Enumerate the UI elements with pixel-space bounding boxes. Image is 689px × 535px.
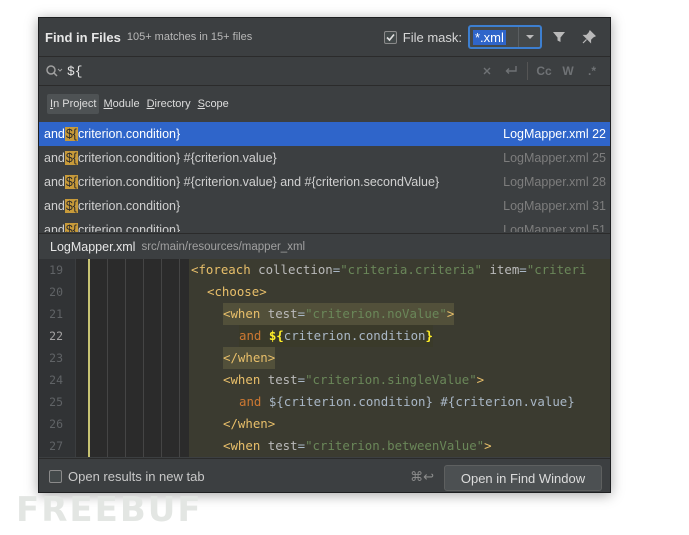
tab-scope[interactable]: Scope: [195, 94, 232, 114]
open-in-find-window-button[interactable]: Open in Find Window: [444, 465, 602, 491]
dialog-header: Find in Files 105+ matches in 15+ files …: [39, 18, 610, 56]
filter-icon: [553, 32, 565, 42]
search-row: Cc W .*: [39, 56, 610, 86]
result-location: LogMapper.xml 31: [503, 199, 606, 213]
result-location: LogMapper.xml 51: [503, 223, 606, 232]
match-highlight: ${: [64, 151, 78, 165]
result-row[interactable]: and ${criterion.condition} #{criterion.v…: [39, 146, 610, 170]
pin-button[interactable]: [576, 24, 602, 50]
search-history-button[interactable]: [41, 56, 67, 86]
code-line: 23 </when>: [39, 347, 610, 369]
dialog-title: Find in Files: [45, 29, 121, 45]
match-highlight: ${: [64, 223, 78, 232]
tab-in-project[interactable]: In Project: [47, 94, 100, 114]
header-controls: File mask: *.xml: [383, 18, 602, 56]
open-new-tab-label: Open results in new tab: [68, 469, 205, 484]
search-icon: [46, 65, 63, 77]
filter-button[interactable]: [546, 24, 572, 50]
code-line: 22 and ${criterion.condition}: [39, 325, 610, 347]
dialog-footer: Open results in new tab ⌘↩ Open in Find …: [39, 458, 610, 492]
code-line: 20 <choose>: [49, 284, 267, 299]
code-preview[interactable]: 19 <foreach collection="criteria.criteri…: [39, 259, 610, 457]
tab-directory[interactable]: Directory: [144, 94, 194, 114]
match-highlight: ${: [64, 127, 78, 141]
watermark: FREEBUF: [16, 490, 203, 530]
code-line: 27 <when test="criterion.betweenValue">: [49, 438, 492, 453]
clear-search-button[interactable]: [475, 59, 499, 83]
search-input[interactable]: [67, 63, 475, 79]
tab-module[interactable]: Module: [100, 94, 142, 114]
code-line: 26 </when>: [49, 416, 276, 431]
find-in-files-dialog: Find in Files 105+ matches in 15+ files …: [38, 17, 611, 493]
chevron-down-icon: [525, 35, 534, 39]
regex-toggle[interactable]: .*: [580, 59, 604, 83]
file-mask-combo[interactable]: *.xml: [468, 25, 542, 49]
enter-icon: [505, 66, 517, 74]
preview-header: LogMapper.xml src/main/resources/mapper_…: [39, 233, 610, 259]
file-mask-checkbox[interactable]: [383, 30, 397, 44]
result-location: LogMapper.xml 28: [503, 175, 606, 189]
result-row[interactable]: and ${criterion.condition} LogMapper.xml…: [39, 122, 610, 146]
code-line: 24 <when test="criterion.singleValue">: [49, 372, 485, 387]
search-options: Cc W .*: [475, 59, 610, 83]
match-case-toggle[interactable]: Cc: [532, 59, 556, 83]
file-mask-value: *.xml: [473, 29, 506, 45]
scope-tabs: In Project Module Directory Scope: [39, 87, 610, 121]
close-icon: [483, 67, 491, 75]
code-line: 19 <foreach collection="criteria.criteri…: [49, 262, 587, 277]
result-location: LogMapper.xml 22: [503, 127, 606, 141]
whole-words-toggle[interactable]: W: [556, 59, 580, 83]
preview-file-name: LogMapper.xml: [50, 239, 136, 254]
check-icon: [386, 33, 395, 41]
file-mask-label: File mask:: [402, 29, 462, 45]
shortcut-hint: ⌘↩: [410, 469, 434, 484]
match-highlight: ${: [64, 175, 78, 189]
result-row[interactable]: and ${criterion.condition} LogMapper.xml…: [39, 194, 610, 218]
file-mask-input[interactable]: *.xml: [470, 27, 518, 47]
match-summary: 105+ matches in 15+ files: [126, 31, 253, 43]
result-row[interactable]: and ${criterion.condition} #{criterion.v…: [39, 170, 610, 194]
watermark-text: FREEBUF: [16, 490, 203, 530]
file-mask-dropdown-button[interactable]: [518, 27, 540, 47]
results-list: and ${criterion.condition} LogMapper.xml…: [39, 122, 610, 232]
result-location: LogMapper.xml 25: [503, 151, 606, 165]
preview-file-path: src/main/resources/mapper_xml: [141, 240, 306, 253]
new-line-button[interactable]: [499, 59, 523, 83]
match-highlight: ${: [64, 199, 78, 213]
search-options-divider: [527, 62, 528, 80]
result-row[interactable]: and ${criterion.condition} LogMapper.xml…: [39, 218, 610, 232]
pin-icon: [582, 30, 596, 44]
open-new-tab-checkbox[interactable]: [49, 470, 62, 483]
code-line: 25 and ${criterion.condition} #{criterio…: [49, 394, 575, 409]
code-line: 21 <when test="criterion.noValue">: [39, 303, 610, 325]
